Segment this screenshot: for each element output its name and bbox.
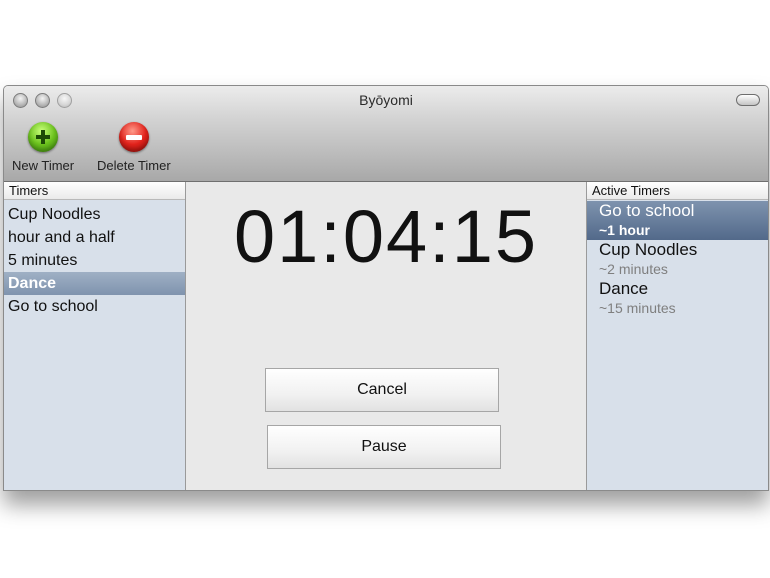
- pause-button[interactable]: Pause: [267, 425, 501, 469]
- active-timer-item[interactable]: Dance ~15 minutes: [587, 279, 768, 318]
- timer-item[interactable]: Cup Noodles: [4, 203, 185, 226]
- app-window: Byōyomi New Timer Delete Timer Timers Cu…: [3, 85, 769, 491]
- active-timer-item[interactable]: Cup Noodles ~2 minutes: [587, 240, 768, 279]
- timer-item-selected[interactable]: Dance: [4, 272, 185, 295]
- new-timer-button[interactable]: New Timer: [12, 122, 74, 173]
- new-timer-label: New Timer: [12, 158, 75, 173]
- active-timers-header[interactable]: Active Timers: [587, 182, 768, 200]
- delete-timer-label: Delete Timer: [97, 158, 171, 173]
- active-timer-duration: ~2 minutes: [599, 261, 668, 277]
- active-timer-item-selected[interactable]: Go to school ~1 hour: [587, 201, 768, 240]
- timers-header[interactable]: Timers: [4, 182, 185, 200]
- active-timers-panel: Active Timers Go to school ~1 hour Cup N…: [586, 182, 768, 490]
- timer-item[interactable]: Go to school: [4, 295, 185, 318]
- timers-panel: Timers Cup Noodles hour and a half 5 min…: [4, 182, 186, 490]
- timer-display-area: 01:04:15 Cancel Pause: [186, 182, 586, 490]
- active-timer-name: Cup Noodles: [599, 240, 698, 259]
- active-timers-list: Go to school ~1 hour Cup Noodles ~2 minu…: [587, 200, 768, 318]
- active-timer-name: Dance: [599, 279, 649, 298]
- titlebar: Byōyomi New Timer Delete Timer: [4, 86, 768, 182]
- timers-list: Cup Noodles hour and a half 5 minutes Da…: [4, 200, 185, 318]
- delete-timer-button[interactable]: Delete Timer: [97, 122, 171, 173]
- window-title: Byōyomi: [359, 92, 413, 108]
- active-timer-name: Go to school: [599, 201, 695, 220]
- plus-circle-icon: [28, 122, 59, 152]
- countdown-clock: 01:04:15: [233, 195, 539, 278]
- timer-item[interactable]: 5 minutes: [4, 249, 185, 272]
- cancel-button[interactable]: Cancel: [265, 368, 499, 412]
- toolbar-toggle-button[interactable]: [736, 94, 760, 106]
- timer-item[interactable]: hour and a half: [4, 226, 185, 249]
- minus-circle-icon: [118, 122, 149, 152]
- active-timer-duration: ~1 hour: [599, 222, 650, 238]
- active-timer-duration: ~15 minutes: [599, 300, 676, 316]
